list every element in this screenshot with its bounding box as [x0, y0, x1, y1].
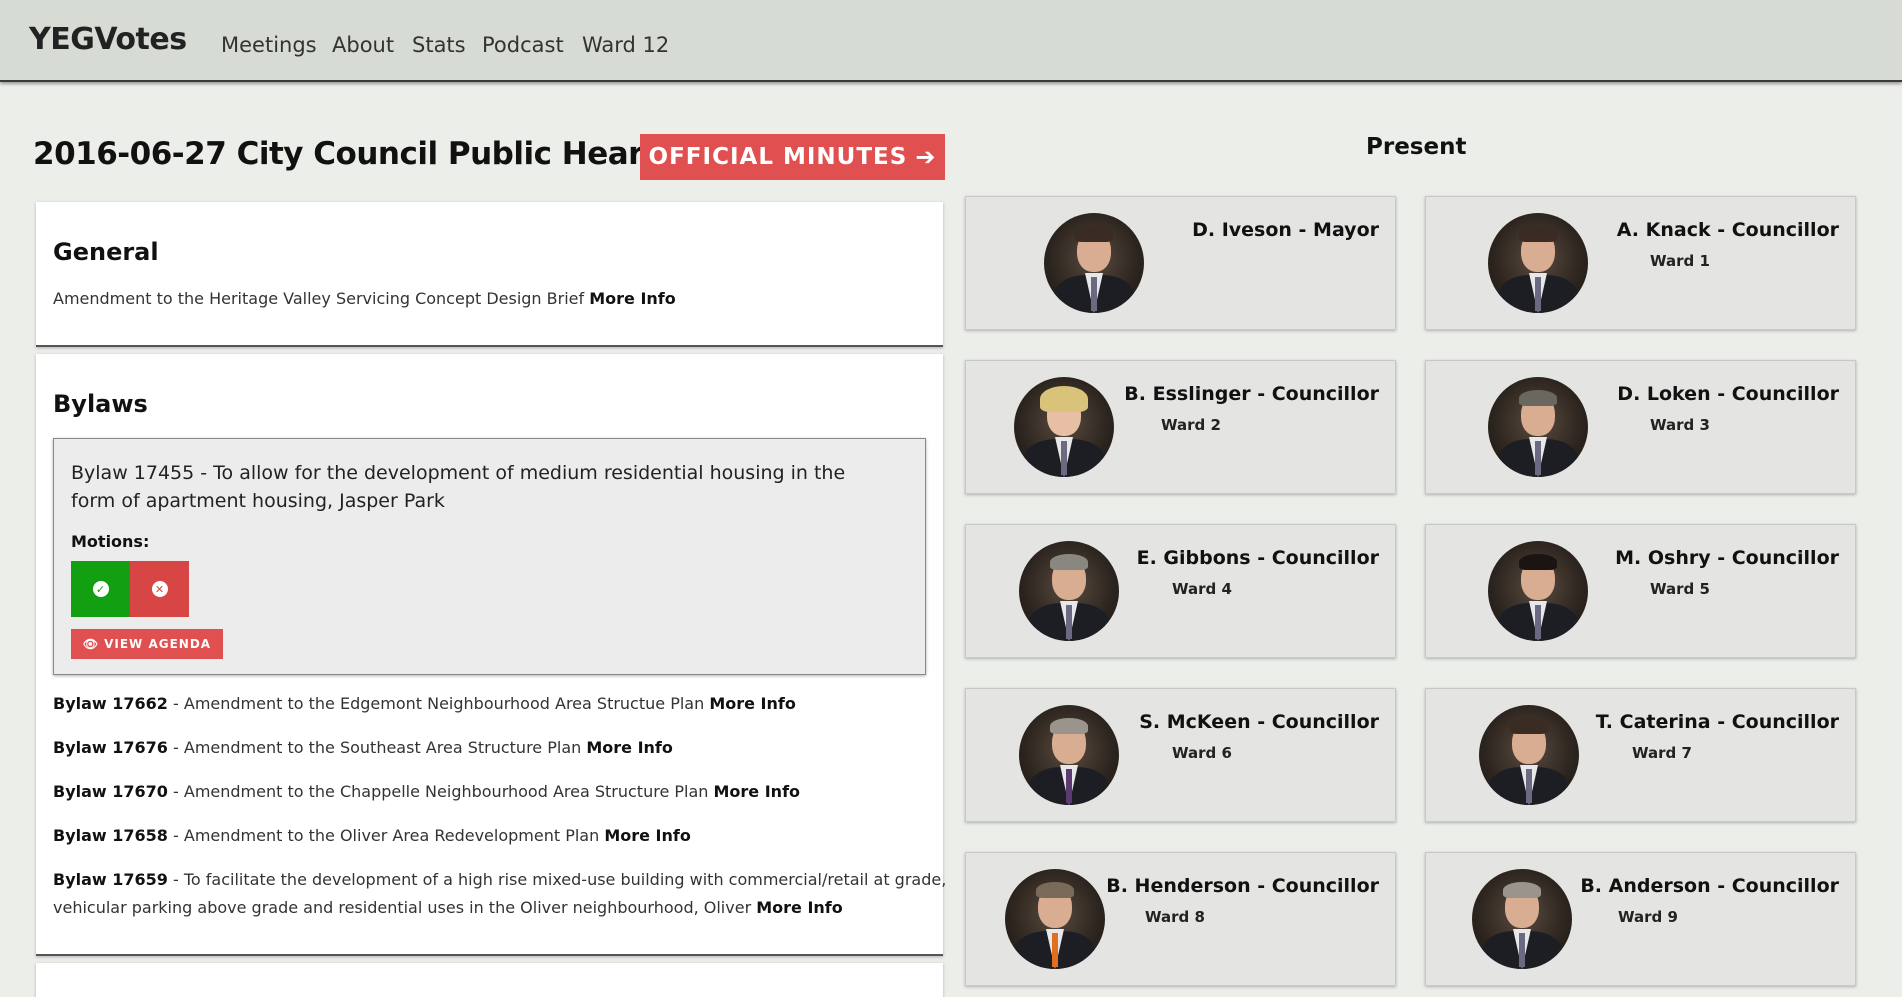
general-item-text: Amendment to the Heritage Valley Servici… — [53, 289, 585, 308]
bylaws-heading: Bylaws — [53, 390, 148, 418]
next-panel — [36, 963, 943, 997]
eye-icon: 👁 — [82, 637, 100, 651]
member-ward: Ward 8 — [1145, 908, 1205, 926]
nav-meetings[interactable]: Meetings — [221, 33, 317, 57]
member-ward: Ward 5 — [1650, 580, 1710, 598]
motions-label: Motions: — [71, 532, 150, 551]
bylaw-text: - Amendment to the Edgemont Neighbourhoo… — [167, 694, 710, 713]
bylaw-row: Bylaw 17662 - Amendment to the Edgemont … — [53, 694, 796, 713]
bylaw-id: Bylaw 17670 — [53, 782, 168, 801]
view-agenda-label: VIEW AGENDA — [104, 637, 212, 651]
motion-defeated-button[interactable]: ✕ — [130, 561, 189, 617]
avatar — [1488, 213, 1588, 313]
more-info-link[interactable]: More Info — [714, 782, 801, 801]
member-name: S. McKeen - Councillor — [1139, 711, 1379, 733]
page-title: 2016-06-27 City Council Public Hearing — [33, 136, 697, 172]
bylaw-row: Bylaw 17676 - Amendment to the Southeast… — [53, 738, 673, 757]
bylaws-panel: Bylaws Bylaw 17455 - To allow for the de… — [36, 354, 946, 956]
bylaw-row: Bylaw 17670 - Amendment to the Chappelle… — [53, 782, 800, 801]
nav-stats[interactable]: Stats — [412, 33, 466, 57]
member-ward: Ward 6 — [1172, 744, 1232, 762]
member-name: D. Loken - Councillor — [1617, 383, 1839, 405]
avatar — [1019, 705, 1119, 805]
bylaw-id: Bylaw 17659 — [53, 870, 168, 889]
member-name: B. Esslinger - Councillor — [1124, 383, 1379, 405]
member-card[interactable]: D. Iveson - Mayor — [965, 196, 1396, 330]
brand-logo[interactable]: YEGVotes — [29, 22, 187, 57]
view-agenda-button[interactable]: 👁 VIEW AGENDA — [71, 629, 223, 659]
check-circle-icon: ✓ — [92, 581, 109, 597]
member-name: E. Gibbons - Councillor — [1136, 547, 1379, 569]
more-info-link[interactable]: More Info — [756, 898, 843, 917]
member-name: D. Iveson - Mayor — [1192, 219, 1379, 241]
general-panel: General Amendment to the Heritage Valley… — [36, 202, 943, 347]
member-card[interactable]: B. Anderson - Councillor Ward 9 — [1425, 852, 1856, 986]
avatar — [1479, 705, 1579, 805]
nav-about[interactable]: About — [332, 33, 394, 57]
member-ward: Ward 4 — [1172, 580, 1232, 598]
general-item: Amendment to the Heritage Valley Servici… — [53, 289, 676, 308]
member-name: M. Oshry - Councillor — [1615, 547, 1839, 569]
bylaw-id: Bylaw 17676 — [53, 738, 168, 757]
general-heading: General — [53, 238, 159, 266]
bylaw-row: Bylaw 17659 - To facilitate the developm… — [53, 870, 946, 889]
featured-bylaw-text: Bylaw 17455 - To allow for the developme… — [71, 462, 846, 512]
present-heading: Present — [1366, 134, 1467, 160]
official-minutes-label: OFFICIAL MINUTES — [648, 144, 908, 170]
avatar — [1005, 869, 1105, 969]
member-card[interactable]: E. Gibbons - Councillor Ward 4 — [965, 524, 1396, 658]
member-card[interactable]: B. Esslinger - Councillor Ward 2 — [965, 360, 1396, 494]
avatar — [1044, 213, 1144, 313]
member-ward: Ward 2 — [1161, 416, 1221, 434]
motion-carried-button[interactable]: ✓ — [71, 561, 130, 617]
member-ward: Ward 1 — [1650, 252, 1710, 270]
member-name: T. Caterina - Councillor — [1595, 711, 1839, 733]
member-card[interactable]: S. McKeen - Councillor Ward 6 — [965, 688, 1396, 822]
avatar — [1472, 869, 1572, 969]
bylaw-text: - Amendment to the Southeast Area Struct… — [167, 738, 587, 757]
member-card[interactable]: M. Oshry - Councillor Ward 5 — [1425, 524, 1856, 658]
more-info-link[interactable]: More Info — [589, 289, 676, 308]
member-card[interactable]: D. Loken - Councillor Ward 3 — [1425, 360, 1856, 494]
official-minutes-button[interactable]: OFFICIAL MINUTES ➔ — [640, 134, 945, 180]
member-card[interactable]: B. Henderson - Councillor Ward 8 — [965, 852, 1396, 986]
member-card[interactable]: T. Caterina - Councillor Ward 7 — [1425, 688, 1856, 822]
bylaw-text: - To facilitate the development of a hig… — [167, 870, 947, 889]
more-info-link[interactable]: More Info — [604, 826, 691, 845]
top-navbar: YEGVotes Meetings About Stats Podcast Wa… — [0, 0, 1902, 82]
nav-podcast[interactable]: Podcast — [482, 33, 564, 57]
bylaw-id: Bylaw 17658 — [53, 826, 168, 845]
bylaw-id: Bylaw 17662 — [53, 694, 168, 713]
bylaw-row: Bylaw 17658 - Amendment to the Oliver Ar… — [53, 826, 691, 845]
featured-bylaw-card: Bylaw 17455 - To allow for the developme… — [53, 438, 926, 675]
member-ward: Ward 9 — [1618, 908, 1678, 926]
member-name: B. Anderson - Councillor — [1580, 875, 1839, 897]
arrow-right-icon: ➔ — [915, 143, 937, 171]
avatar — [1014, 377, 1114, 477]
bylaw-text: vehicular parking above grade and reside… — [53, 898, 757, 917]
avatar — [1488, 377, 1588, 477]
more-info-link[interactable]: More Info — [586, 738, 673, 757]
more-info-link[interactable]: More Info — [709, 694, 796, 713]
bylaw-row-continued: vehicular parking above grade and reside… — [53, 898, 843, 917]
member-ward: Ward 3 — [1650, 416, 1710, 434]
bylaw-text: - Amendment to the Chappelle Neighbourho… — [167, 782, 714, 801]
bylaw-text: - Amendment to the Oliver Area Redevelop… — [167, 826, 605, 845]
avatar — [1488, 541, 1588, 641]
x-circle-icon: ✕ — [151, 581, 168, 597]
member-card[interactable]: A. Knack - Councillor Ward 1 — [1425, 196, 1856, 330]
member-name: B. Henderson - Councillor — [1106, 875, 1379, 897]
avatar — [1019, 541, 1119, 641]
member-ward: Ward 7 — [1632, 744, 1692, 762]
member-name: A. Knack - Councillor — [1616, 219, 1839, 241]
nav-ward-12[interactable]: Ward 12 — [582, 33, 669, 57]
